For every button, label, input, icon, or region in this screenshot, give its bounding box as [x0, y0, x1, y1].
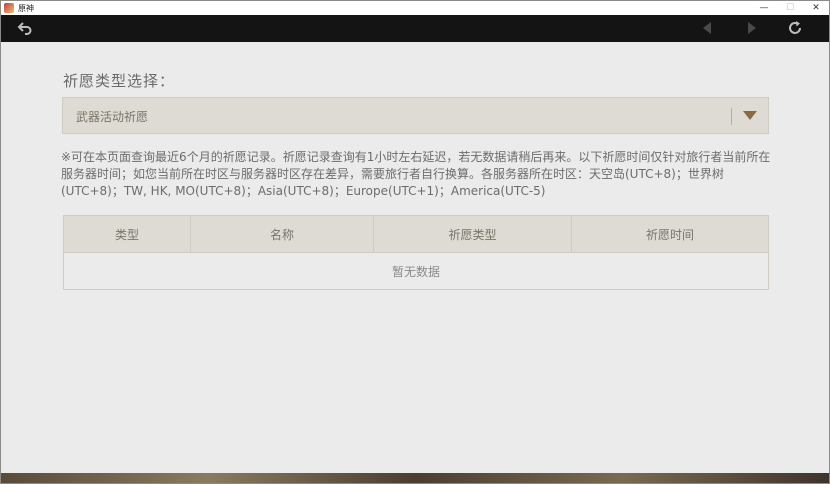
back-arrow-icon[interactable]: [17, 20, 33, 36]
app-window: 原神 — ☐ ✕ 祈愿类型选择： 武器活动祈愿 ※可在本页面查询最近6个月的祈愿…: [0, 0, 830, 484]
table-header: 类型 名称 祈愿类型 祈愿时间: [64, 216, 768, 252]
title-bar: 原神 — ☐ ✕: [1, 1, 829, 15]
wish-type-label: 祈愿类型选择：: [63, 72, 176, 90]
select-divider: [731, 108, 732, 125]
maximize-button[interactable]: ☐: [777, 1, 803, 15]
wish-record-table: 类型 名称 祈愿类型 祈愿时间 暂无数据: [63, 215, 769, 290]
app-logo-icon: [4, 3, 14, 13]
page-content: 祈愿类型选择： 武器活动祈愿 ※可在本页面查询最近6个月的祈愿记录。祈愿记录查询…: [1, 42, 829, 473]
background-strip: [1, 473, 829, 483]
empty-state-text: 暂无数据: [391, 264, 440, 279]
notice-text: ※可在本页面查询最近6个月的祈愿记录。祈愿记录查询有1小时左右延迟，若无数据请稍…: [61, 150, 771, 198]
prev-icon[interactable]: [700, 20, 716, 36]
next-icon[interactable]: [743, 20, 759, 36]
browser-toolbar: [1, 15, 829, 42]
close-button[interactable]: ✕: [803, 1, 829, 15]
wish-type-selected-value: 武器活动祈愿: [76, 110, 149, 124]
header-wish-time: 祈愿时间: [645, 227, 694, 242]
chevron-down-icon[interactable]: [742, 110, 758, 122]
header-name: 名称: [191, 216, 374, 252]
header-wish-type: 祈愿类型: [374, 216, 572, 252]
wish-type-select[interactable]: 武器活动祈愿: [62, 97, 769, 134]
minimize-button[interactable]: —: [751, 1, 777, 15]
window-title: 原神: [18, 3, 34, 13]
window-controls: — ☐ ✕: [751, 1, 829, 15]
refresh-icon[interactable]: [787, 20, 803, 36]
header-type: 类型: [64, 216, 191, 252]
table-empty-row: 暂无数据: [64, 252, 768, 289]
